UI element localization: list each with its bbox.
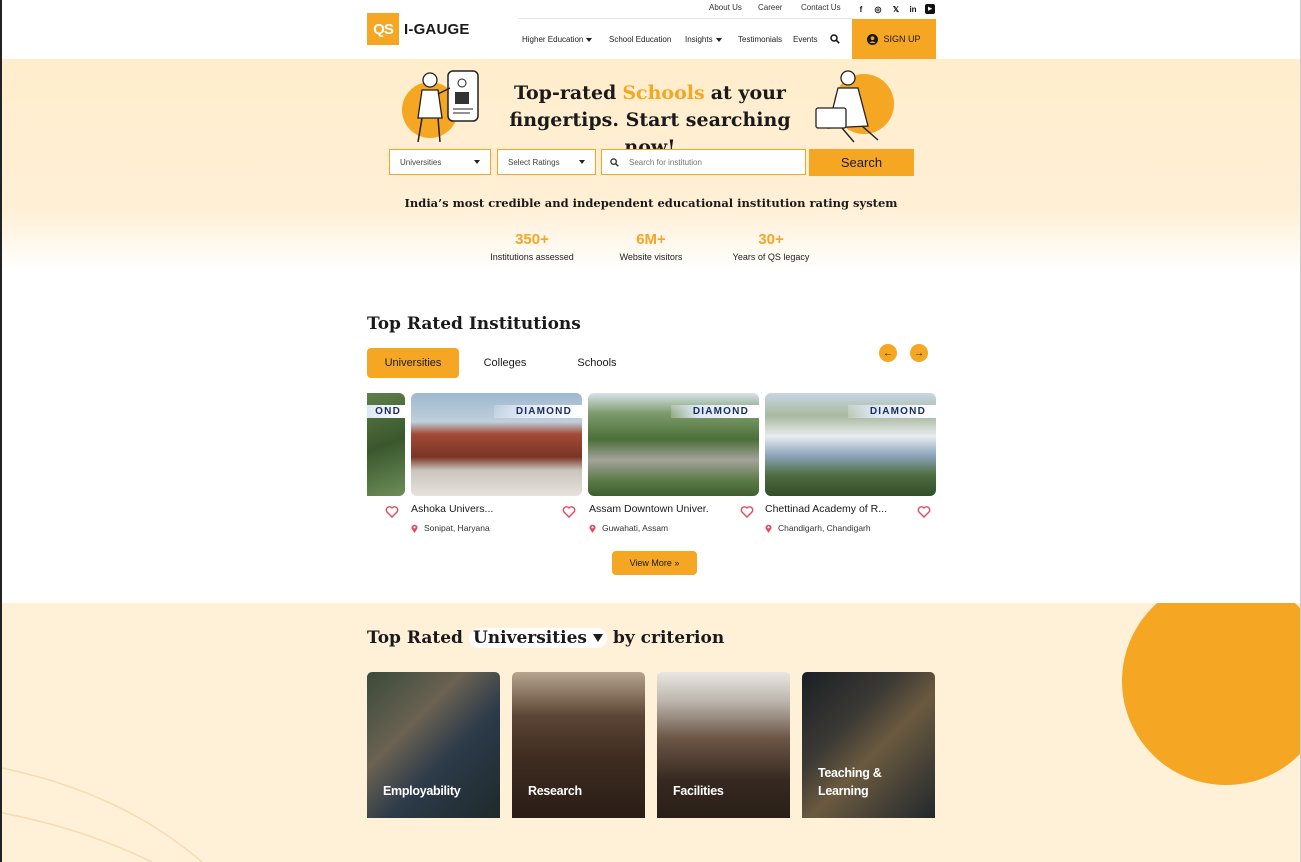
stat-legacy: 30+ Years of QS legacy <box>706 231 836 262</box>
location-text: Chandigarh, Chandigarh <box>778 523 871 533</box>
institution-location: Sonipat, Haryana <box>411 523 490 533</box>
institution-location: Guwahati, Assam <box>589 523 668 533</box>
youtube-icon[interactable]: ▶ <box>925 4 935 14</box>
stat-label: Institutions assessed <box>490 252 574 262</box>
nav-testimonials[interactable]: Testimonials <box>738 35 782 44</box>
stat-institutions: 350+ Institutions assessed <box>467 231 597 262</box>
carousel-next-button[interactable]: → <box>910 344 928 362</box>
nav-label: Higher Education <box>522 35 584 44</box>
search-input[interactable] <box>627 156 791 168</box>
sign-up-label: SIGN UP <box>883 34 921 44</box>
carousel-prev-button[interactable]: ← <box>879 344 897 362</box>
heart-icon[interactable] <box>562 505 576 519</box>
heart-icon[interactable] <box>917 505 931 519</box>
ratings-select[interactable]: Select Ratings <box>497 149 596 175</box>
top-rated-title: Top Rated Institutions <box>367 314 581 334</box>
location-pin-icon <box>589 524 596 533</box>
location-pin-icon <box>411 524 418 533</box>
chevron-down-icon <box>579 160 585 164</box>
stat-label: Website visitors <box>619 252 683 262</box>
institution-name[interactable]: Ashoka Univers... <box>411 503 531 515</box>
institution-card-image[interactable]: DIAMOND <box>765 393 936 496</box>
stat-label: Years of QS legacy <box>732 252 810 262</box>
hero-title-highlight: Schools <box>622 82 705 104</box>
location-pin-icon <box>765 524 772 533</box>
tab-schools[interactable]: Schools <box>565 348 629 378</box>
caret-down-icon <box>592 634 603 642</box>
qs-logo-mark: QS <box>367 13 399 45</box>
hero-tagline: India’s most credible and independent ed… <box>404 196 898 210</box>
facebook-icon[interactable]: f <box>856 4 866 14</box>
criterion-label: Employability <box>383 784 461 798</box>
nav-label: Events <box>793 35 818 44</box>
chevron-down-icon <box>586 37 593 42</box>
tab-colleges[interactable]: Colleges <box>470 348 540 378</box>
top-utility-bar: About Us Career Contact Us f ◎ 𝕏 in ▶ <box>0 3 1301 15</box>
logo-text: I-GAUGE <box>404 20 470 38</box>
institution-card-image-partial[interactable]: OND <box>367 393 405 496</box>
institution-name[interactable]: Assam Downtown Univer... <box>589 503 709 515</box>
stat-visitors: 6M+ Website visitors <box>586 231 716 262</box>
diamond-badge: OND <box>367 405 405 418</box>
criterion-card-teaching-learning[interactable]: Teaching & Learning <box>802 672 935 818</box>
institution-type-select[interactable]: Universities <box>389 149 491 175</box>
criterion-card-employability[interactable]: Employability <box>367 672 500 818</box>
hero-title-part2: at your <box>710 82 786 104</box>
diamond-badge: DIAMOND <box>671 405 759 418</box>
linkedin-icon[interactable]: in <box>908 4 918 14</box>
nav-higher-education[interactable]: Higher Education <box>522 35 593 44</box>
criterion-title: Top Rated Universities by criterion <box>367 628 724 648</box>
nav-school-education[interactable]: School Education <box>609 35 671 44</box>
career-link[interactable]: Career <box>758 3 782 12</box>
criterion-type-selector[interactable]: Universities <box>468 628 607 648</box>
criterion-type-value: Universities <box>472 628 587 648</box>
heart-icon[interactable] <box>385 505 399 519</box>
heart-icon[interactable] <box>740 505 754 519</box>
chevron-down-icon <box>474 160 480 164</box>
criterion-label: Facilities <box>673 784 724 798</box>
contact-us-link[interactable]: Contact Us <box>801 3 841 12</box>
x-twitter-icon[interactable]: 𝕏 <box>891 4 901 14</box>
stat-value: 6M+ <box>636 231 666 248</box>
criterion-card-facilities[interactable]: Facilities <box>657 672 790 818</box>
hero-illustration-right <box>812 68 896 144</box>
header-divider <box>518 18 853 19</box>
chevron-down-icon <box>715 37 722 42</box>
institution-location: Chandigarh, Chandigarh <box>765 523 871 533</box>
location-text: Guwahati, Assam <box>602 523 669 533</box>
criterion-label: Teaching & Learning <box>818 766 882 798</box>
search-icon <box>610 157 619 167</box>
nav-insights[interactable]: Insights <box>685 35 722 44</box>
institution-type-value: Universities <box>400 157 442 167</box>
location-text: Sonipat, Haryana <box>424 523 490 533</box>
hero-illustration-left <box>400 68 490 144</box>
nav-label: Testimonials <box>738 35 783 44</box>
search-button[interactable]: Search <box>809 149 914 176</box>
institution-card-image[interactable]: DIAMOND <box>588 393 759 496</box>
user-circle-icon <box>867 33 879 45</box>
ratings-value: Select Ratings <box>508 157 560 167</box>
view-more-button[interactable]: View More » <box>612 551 697 575</box>
nav-label: Insights <box>685 35 713 44</box>
criterion-title-part1: Top Rated <box>367 628 463 648</box>
institution-card-image[interactable]: DIAMOND <box>411 393 582 496</box>
diamond-badge: DIAMOND <box>494 405 582 418</box>
criterion-label: Research <box>528 784 582 798</box>
stat-value: 350+ <box>515 231 549 248</box>
criterion-card-research[interactable]: Research <box>512 672 645 818</box>
search-icon[interactable] <box>830 34 840 44</box>
nav-label: School Education <box>609 35 672 44</box>
about-us-link[interactable]: About Us <box>709 3 742 12</box>
criterion-title-part2: by criterion <box>612 628 725 648</box>
nav-events[interactable]: Events <box>793 35 817 44</box>
brand-logo[interactable]: QS I-GAUGE <box>367 13 470 45</box>
sign-up-button[interactable]: SIGN UP <box>852 19 936 59</box>
hero-title-part1: Top-rated <box>514 82 617 104</box>
institution-search-field[interactable] <box>601 149 806 175</box>
institution-name[interactable]: Chettinad Academy of R... <box>765 503 895 515</box>
instagram-icon[interactable]: ◎ <box>873 4 883 14</box>
tab-universities[interactable]: Universities <box>367 348 459 378</box>
diamond-badge: DIAMOND <box>848 405 936 418</box>
stat-value: 30+ <box>758 231 784 248</box>
